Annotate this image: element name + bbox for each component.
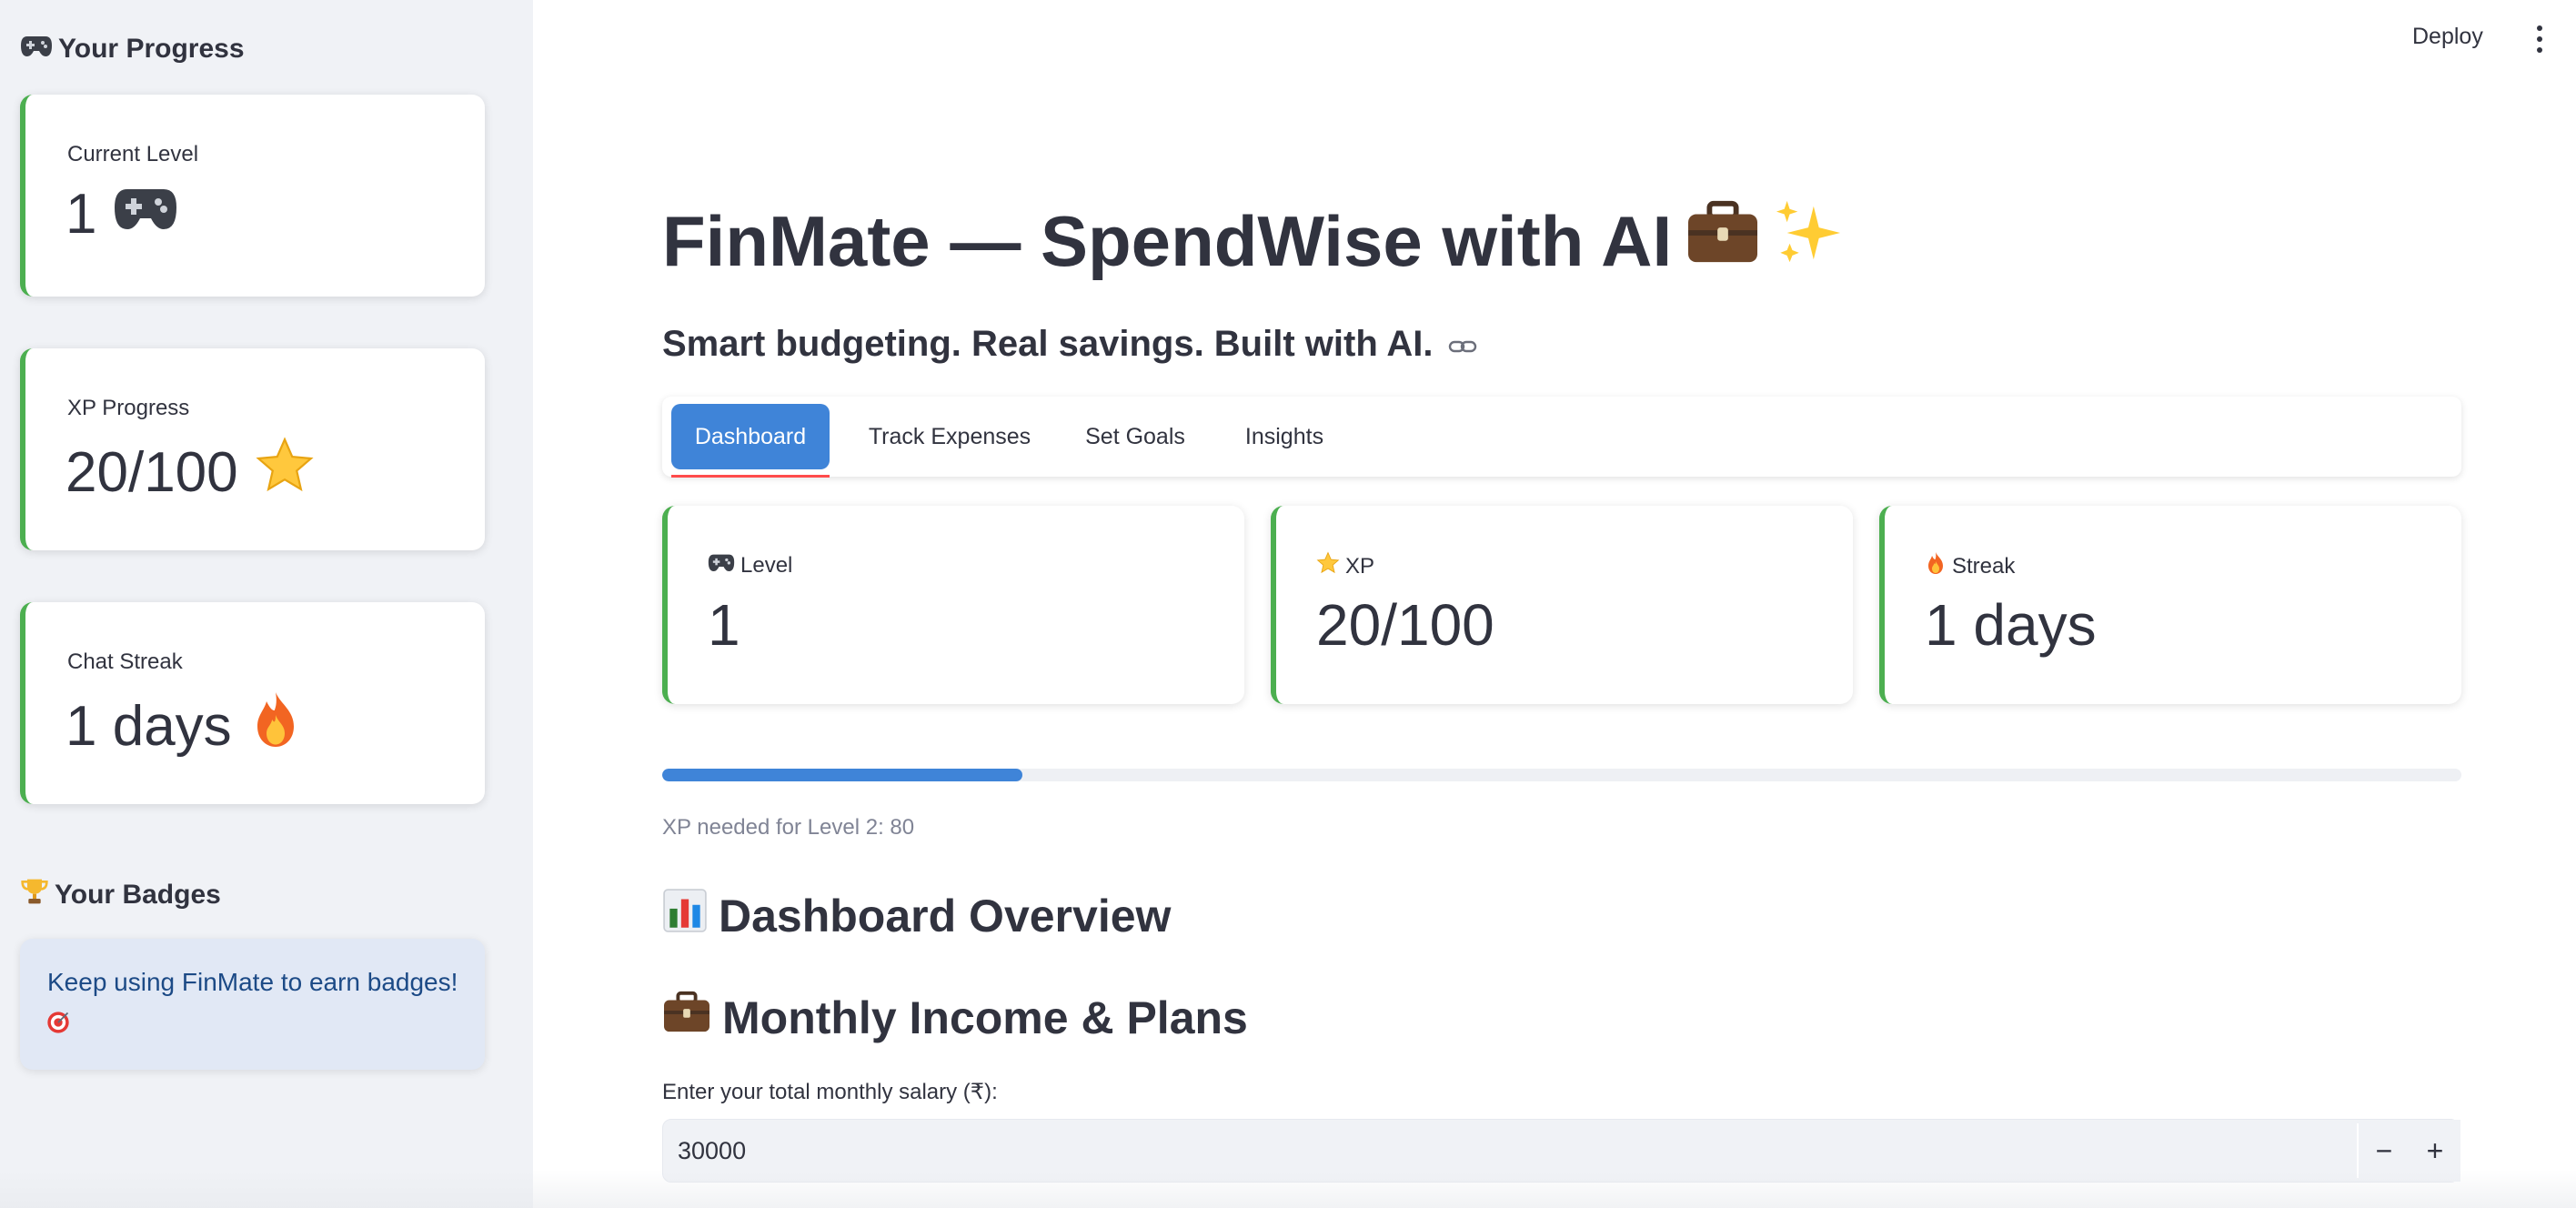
streak-metric-label-row: Streak xyxy=(1925,551,2015,581)
briefcase-icon xyxy=(662,990,711,1046)
monthly-income-heading: Monthly Income & Plans xyxy=(662,990,1248,1046)
tab-dashboard[interactable]: Dashboard xyxy=(671,404,830,469)
app-root: Your Progress Current Level 1 XP Progres… xyxy=(0,0,2576,1208)
game-controller-icon xyxy=(113,182,178,247)
xp-progress-bar xyxy=(662,769,2461,781)
xp-progress-label: XP Progress xyxy=(67,396,190,420)
xp-metric-card: XP 20/100 xyxy=(1271,506,1853,704)
tab-insights[interactable]: Insights xyxy=(1228,404,1341,469)
progress-heading-text: Your Progress xyxy=(58,34,245,64)
target-icon xyxy=(45,1010,71,1040)
chat-streak-label: Chat Streak xyxy=(67,649,183,674)
streak-metric-value: 1 days xyxy=(1925,592,2097,658)
fire-icon xyxy=(1925,551,1947,581)
current-level-value: 1 xyxy=(65,183,97,246)
salary-input[interactable] xyxy=(663,1120,2357,1182)
badges-heading: Your Badges xyxy=(20,877,221,913)
sidebar: Your Progress Current Level 1 XP Progres… xyxy=(0,0,533,1208)
xp-progress-value: 20/100 xyxy=(65,441,238,504)
trophy-icon xyxy=(20,877,49,913)
active-tab-underline xyxy=(671,475,830,478)
salary-field-label: Enter your total monthly salary (₹): xyxy=(662,1080,998,1104)
current-level-card: Current Level 1 xyxy=(20,95,485,297)
level-metric-card: Level 1 xyxy=(662,506,1244,704)
tab-track-expenses[interactable]: Track Expenses xyxy=(857,404,1042,469)
briefcase-icon xyxy=(1685,198,1761,285)
badges-message: Keep using FinMate to earn badges! xyxy=(47,968,458,996)
game-controller-icon xyxy=(708,551,735,579)
xp-metric-value: 20/100 xyxy=(1316,592,1494,658)
monthly-income-text: Monthly Income & Plans xyxy=(722,992,1248,1043)
tab-set-goals[interactable]: Set Goals xyxy=(1070,404,1201,469)
deploy-button[interactable]: Deploy xyxy=(2412,24,2483,50)
xp-metric-label: XP xyxy=(1345,553,1375,579)
chat-streak-card: Chat Streak 1 days xyxy=(20,602,485,804)
level-metric-value: 1 xyxy=(708,592,740,658)
xp-progress-fill xyxy=(662,769,1022,781)
page-subtitle-text: Smart budgeting. Real savings. Built wit… xyxy=(662,324,1434,364)
page-title-text: FinMate — SpendWise with AI xyxy=(662,201,1673,281)
decrement-button[interactable]: − xyxy=(2359,1120,2410,1182)
tab-bar: Dashboard Track Expenses Set Goals Insig… xyxy=(662,397,2461,478)
xp-needed-note: XP needed for Level 2: 80 xyxy=(662,815,915,840)
xp-metric-label-row: XP xyxy=(1316,551,1374,581)
streak-metric-label: Streak xyxy=(1952,553,2016,579)
level-metric-label-row: Level xyxy=(708,551,792,579)
page-subtitle: Smart budgeting. Real savings. Built wit… xyxy=(662,324,1477,365)
star-icon xyxy=(1316,551,1340,581)
xp-progress-card: XP Progress 20/100 xyxy=(20,348,485,550)
chat-streak-value-row: 1 days xyxy=(65,690,303,763)
level-metric-label: Level xyxy=(740,552,793,578)
sparkles-icon xyxy=(1774,198,1843,285)
dashboard-overview-heading: Dashboard Overview xyxy=(662,888,1171,944)
badges-info-box: Keep using FinMate to earn badges! xyxy=(20,939,485,1070)
badges-heading-text: Your Badges xyxy=(55,880,221,910)
bar-chart-icon xyxy=(662,888,708,944)
page-title: FinMate — SpendWise with AI xyxy=(662,198,1843,285)
game-controller-icon xyxy=(20,33,53,65)
fire-icon xyxy=(248,690,303,763)
star-icon xyxy=(255,436,315,509)
current-level-label: Current Level xyxy=(67,142,199,166)
increment-button[interactable]: + xyxy=(2410,1120,2460,1182)
streak-metric-card: Streak 1 days xyxy=(1879,506,2461,704)
salary-number-input: − + xyxy=(662,1119,2460,1183)
dashboard-overview-text: Dashboard Overview xyxy=(719,891,1172,941)
more-vertical-icon[interactable] xyxy=(2529,25,2551,53)
progress-heading: Your Progress xyxy=(20,33,245,65)
xp-progress-value-row: 20/100 xyxy=(65,436,315,509)
current-level-value-row: 1 xyxy=(65,182,178,247)
chat-streak-value: 1 days xyxy=(65,695,232,758)
link-icon[interactable] xyxy=(1448,324,1477,365)
